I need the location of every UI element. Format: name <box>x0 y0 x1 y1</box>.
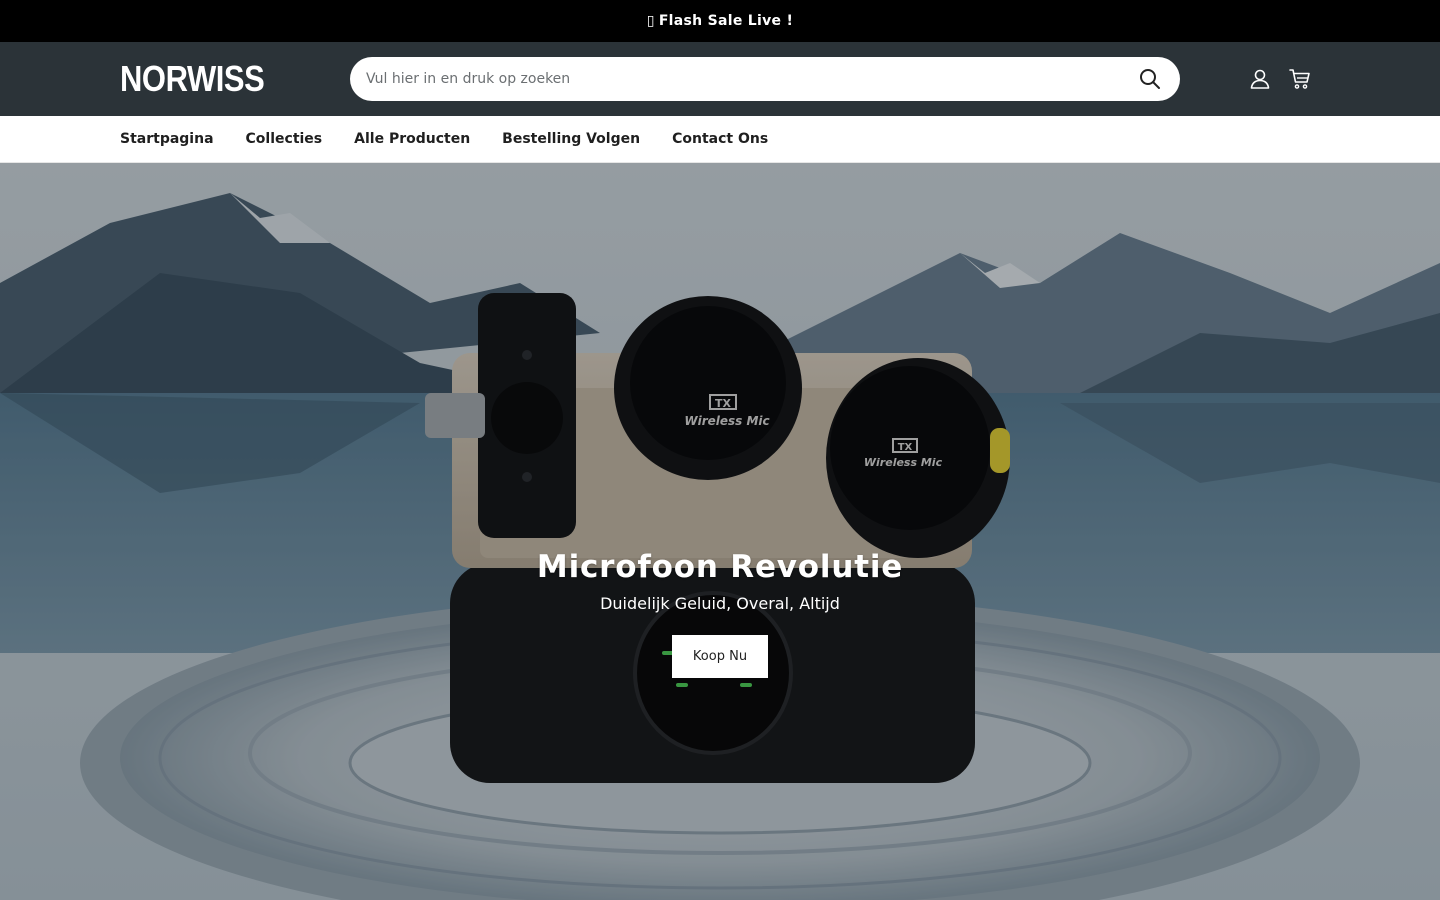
account-button[interactable] <box>1248 67 1272 91</box>
announcement-bar: ▯ Flash Sale Live ! <box>0 0 1440 42</box>
search-icon <box>1140 69 1160 89</box>
nav-item-alle-producten[interactable]: Alle Producten <box>354 131 470 147</box>
cart-icon <box>1289 69 1310 89</box>
fire-icon: ▯ <box>646 13 655 29</box>
shop-now-button[interactable]: Koop Nu <box>672 635 768 678</box>
hero-overlay <box>0 163 1440 900</box>
main-navigation: Startpagina Collecties Alle Producten Be… <box>0 116 1440 163</box>
nav-item-contact-ons[interactable]: Contact Ons <box>672 131 768 147</box>
search-bar <box>350 57 1180 101</box>
cart-button[interactable] <box>1288 67 1312 91</box>
announcement-text: Flash Sale Live ! <box>658 13 794 29</box>
account-icon <box>1250 69 1270 89</box>
site-header: NORWISS <box>0 42 1440 116</box>
search-input[interactable] <box>350 57 1128 101</box>
search-button[interactable] <box>1128 57 1172 101</box>
hero-title: Microfoon Revolutie <box>536 549 904 585</box>
nav-item-startpagina[interactable]: Startpagina <box>120 131 214 147</box>
hero-subtitle: Duidelijk Geluid, Overal, Altijd <box>600 594 840 613</box>
store-logo[interactable]: NORWISS <box>120 60 265 98</box>
hero-banner: TX Wireless Mic TX Wireless Mic Microfoo… <box>0 163 1440 900</box>
nav-item-collecties[interactable]: Collecties <box>246 131 323 147</box>
nav-item-bestelling-volgen[interactable]: Bestelling Volgen <box>502 131 640 147</box>
hero-content: Microfoon Revolutie Duidelijk Geluid, Ov… <box>0 547 1440 678</box>
